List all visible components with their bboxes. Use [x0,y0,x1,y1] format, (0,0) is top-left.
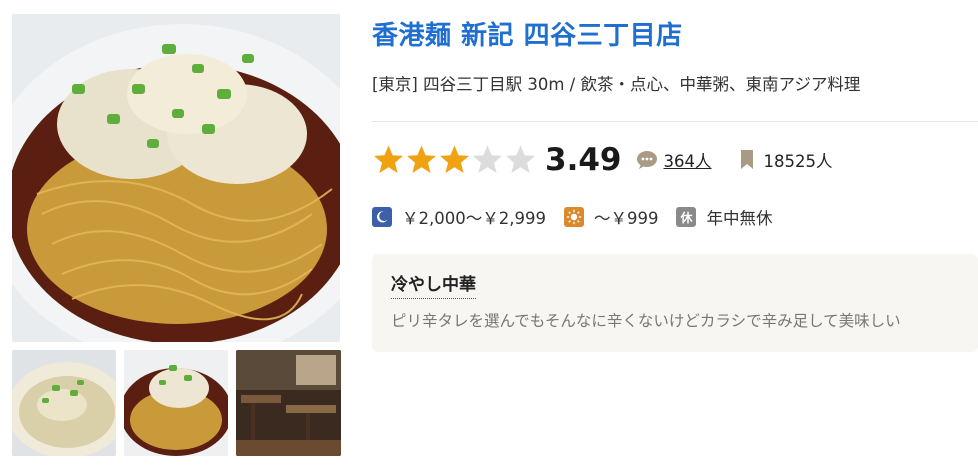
rating-score: 3.49 [545,142,622,178]
thumb-2-image [124,350,228,456]
moon-icon [372,207,392,227]
star-empty-icon [471,144,504,177]
rating-stars [372,144,537,177]
review-snippet: ピリ辛タレを選んでもそんなに辛くないけどカラシで辛み足して美味しい [391,312,901,330]
speech-bubble-icon [636,150,658,170]
thumb-3-image [236,350,341,456]
star-empty-icon [504,144,537,177]
thumb-photo-wonton-noodles[interactable] [124,350,228,456]
bookmark-icon [740,150,754,170]
main-photo-wonton-noodles[interactable] [12,14,340,342]
rating-row: 3.49 364人 18525人 [372,140,833,180]
thumb-1-image [12,350,116,456]
review-card[interactable]: 冷やし中華 ピリ辛タレを選んでもそんなに辛くないけどカラシで辛み足して美味しい [372,254,978,352]
sun-icon [563,207,584,227]
star-filled-icon [372,144,405,177]
lunch-budget: ～￥999 [593,209,659,228]
holiday-text: 年中無休 [706,209,773,228]
budget-row: ￥2,000～￥2,999 ～￥999 休 年中無休 [372,204,772,230]
main-photo-image [12,14,340,342]
review-title-link[interactable]: 冷やし中華 [391,270,476,299]
save-count: 18525人 [763,152,833,171]
star-filled-icon [438,144,471,177]
restaurant-area-genre: [東京] 四谷三丁目駅 30m / 飲茶・点心、中華粥、東南アジア料理 [372,75,861,94]
thumb-photo-soup-wonton[interactable] [12,350,116,456]
review-count-link[interactable]: 364人 [664,148,712,172]
star-filled-icon [405,144,438,177]
dinner-budget: ￥2,000～￥2,999 [402,209,546,228]
holiday-badge: 休 [676,207,697,227]
thumb-photo-interior[interactable] [236,350,341,456]
restaurant-info: 香港麺 新記 四谷三丁目店 [東京] 四谷三丁目駅 30m / 飲茶・点心、中華… [372,0,978,473]
divider [372,121,978,122]
restaurant-name-link[interactable]: 香港麺 新記 四谷三丁目店 [372,15,683,52]
